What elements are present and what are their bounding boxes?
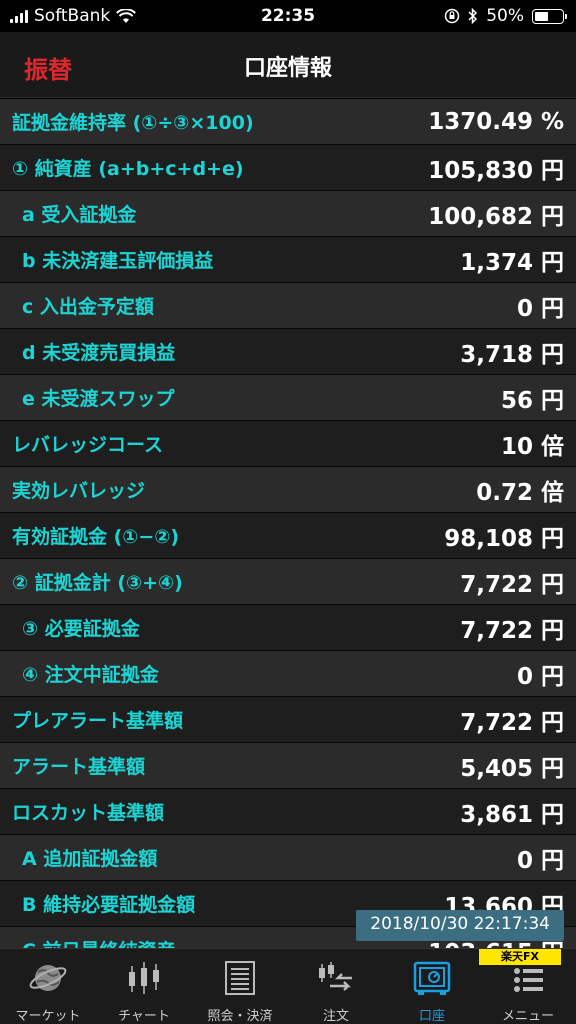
row-label: 実効レバレッジ	[12, 480, 146, 502]
page-title: 口座情報	[243, 56, 332, 81]
row-label: ③ 必要証拠金	[22, 618, 140, 640]
tab-inquiry[interactable]: 照会・決済	[192, 949, 288, 1024]
tab-chart[interactable]: チャート	[96, 949, 192, 1024]
row-label: ② 証拠金計 (③+④)	[12, 572, 183, 594]
list-item: ロスカット基準額 3,861 円	[0, 789, 576, 835]
tab-order-label: 注文	[322, 1009, 349, 1024]
row-value: 1370.49 %	[428, 108, 564, 135]
row-label: c 入出金予定額	[22, 296, 154, 318]
tab-market-label: マーケット	[15, 1009, 81, 1024]
status-right: 50%	[444, 6, 567, 26]
list-item: 実効レバレッジ 0.72 倍	[0, 467, 576, 513]
list-item: レバレッジコース 10 倍	[0, 421, 576, 467]
tab-menu-label: メニュー	[501, 1009, 554, 1024]
row-label: b 未決済建玉評価損益	[22, 250, 214, 272]
row-value: 1,374 円	[460, 249, 564, 276]
row-value: 105,830 円	[428, 157, 564, 184]
list-item: ① 純資産 (a+b+c+d+e) 105,830 円	[0, 145, 576, 191]
row-label: レバレッジコース	[12, 434, 164, 456]
row-label: C 前日最終純資産	[12, 936, 176, 948]
row-value: 0 円	[516, 663, 564, 690]
list-item: e 未受渡スワップ 56 円	[0, 375, 576, 421]
list-item: a 受入証拠金 100,682 円	[0, 191, 576, 237]
row-value: 7,722 円	[460, 571, 564, 598]
candlestick-icon	[123, 959, 165, 997]
list-item: ④ 注文中証拠金 0 円	[0, 651, 576, 697]
globe-icon	[27, 959, 69, 997]
document-icon	[219, 959, 261, 997]
nav-bar: 振替 口座情報	[0, 32, 576, 98]
row-value: 100,682 円	[428, 203, 564, 230]
row-value: 10 倍	[500, 433, 564, 460]
row-label: e 未受渡スワップ	[22, 388, 175, 410]
list-item: d 未受渡売買損益 3,718 円	[0, 329, 576, 375]
row-label: アラート基準額	[12, 756, 146, 778]
list-item: 有効証拠金 (①−②) 98,108 円	[0, 513, 576, 559]
row-label: プレアラート基準額	[12, 710, 184, 732]
account-info-list[interactable]: 証拠金維持率 (①÷③×100) 1370.49 % ① 純資産 (a+b+c+d+…	[0, 99, 576, 948]
list-item: ③ 必要証拠金 7,722 円	[0, 605, 576, 651]
status-bar: SoftBank 22:35 50%	[0, 0, 576, 32]
row-value: 3,861 円	[460, 801, 564, 828]
order-icon	[315, 959, 357, 997]
list-item: ② 証拠金計 (③+④) 7,722 円	[0, 559, 576, 605]
list-item: A 追加証拠金額 0 円	[0, 835, 576, 881]
tab-account-label: 口座	[418, 1009, 445, 1024]
orientation-lock-icon	[444, 8, 460, 24]
bluetooth-icon	[468, 8, 478, 24]
row-value: 5,405 円	[460, 755, 564, 782]
battery-percent: 50%	[486, 6, 524, 26]
list-item: プレアラート基準額 7,722 円	[0, 697, 576, 743]
safe-icon	[411, 959, 453, 997]
row-label: A 追加証拠金額	[22, 848, 158, 870]
row-value: 0 円	[516, 295, 564, 322]
row-value: 3,718 円	[460, 341, 564, 368]
tab-inquiry-label: 照会・決済	[207, 1009, 273, 1024]
row-label: a 受入証拠金	[22, 204, 137, 226]
tab-order[interactable]: 注文	[288, 949, 384, 1024]
list-item: アラート基準額 5,405 円	[0, 743, 576, 789]
row-value: 7,722 円	[460, 709, 564, 736]
row-value: 0 円	[516, 847, 564, 874]
tab-account[interactable]: 口座	[384, 949, 480, 1024]
row-label: 有効証拠金 (①−②)	[12, 526, 180, 548]
list-item: 証拠金維持率 (①÷③×100) 1370.49 %	[0, 99, 576, 145]
row-label: ロスカット基準額	[12, 802, 165, 824]
battery-icon	[532, 8, 567, 24]
brand-badge: 楽天FX	[479, 949, 561, 965]
row-label: ① 純資産 (a+b+c+d+e)	[12, 158, 244, 180]
row-label: d 未受渡売買損益	[22, 342, 176, 364]
row-label: B 維持必要証拠金額	[22, 894, 196, 916]
transfer-button[interactable]: 振替	[24, 50, 72, 85]
row-value: 56 円	[500, 387, 564, 414]
tab-market[interactable]: マーケット	[0, 949, 96, 1024]
list-item: c 入出金予定額 0 円	[0, 283, 576, 329]
update-timestamp: 2018/10/30 22:17:34	[356, 910, 564, 941]
row-label: ④ 注文中証拠金	[22, 664, 159, 686]
row-value: 0.72 倍	[476, 479, 564, 506]
row-value: 7,722 円	[460, 617, 564, 644]
row-value: 98,108 円	[444, 525, 564, 552]
list-item: b 未決済建玉評価損益 1,374 円	[0, 237, 576, 283]
row-label: 証拠金維持率 (①÷③×100)	[12, 112, 254, 134]
tab-chart-label: チャート	[118, 1009, 170, 1024]
